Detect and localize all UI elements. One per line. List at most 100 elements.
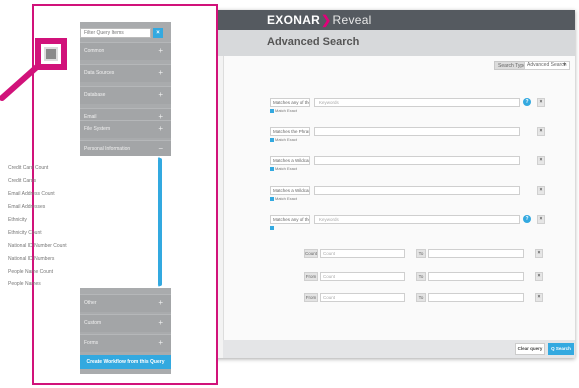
range-to-label: To [416, 249, 426, 258]
checkbox-icon [270, 196, 274, 201]
remove-row-button[interactable]: × [537, 186, 545, 195]
phrase-input[interactable] [314, 127, 520, 136]
match-exact-checkbox[interactable]: Match Exact [270, 108, 297, 113]
category-common[interactable]: Common + [80, 42, 171, 60]
field-select[interactable]: Matches a Wildcard* [270, 156, 310, 165]
query-row-wildcard-2: Matches a Wildcard* Match Exact × [270, 186, 550, 201]
category-forms[interactable]: Forms + [80, 334, 171, 352]
query-item[interactable]: National ID Number Count [8, 243, 67, 249]
query-item[interactable]: Ethnicity [8, 217, 27, 223]
plus-icon: + [158, 124, 163, 133]
category-label: Other [84, 300, 97, 306]
query-item[interactable]: People Names [8, 281, 41, 287]
plus-icon: + [158, 298, 163, 307]
scrollbar[interactable] [158, 158, 162, 286]
query-item[interactable]: People Name Count [8, 269, 53, 275]
field-select[interactable]: Matches any of the Words [270, 215, 310, 224]
category-file-system[interactable]: File System + [80, 120, 171, 138]
match-exact-checkbox[interactable]: Match Exact [270, 137, 297, 142]
query-item[interactable]: Credit Cards [8, 178, 36, 184]
checkbox-icon [270, 108, 274, 113]
scroll-down-icon[interactable]: ▼ [157, 283, 161, 288]
keywords-input[interactable]: Keywords [314, 98, 520, 107]
wildcard-input[interactable] [314, 156, 520, 165]
app-window: EXONAR❯Reveal Advanced Search Search Typ… [205, 10, 575, 358]
category-other[interactable]: Other + [80, 294, 171, 312]
search-type-row: Search Type Advanced Search ▼ [224, 58, 575, 72]
match-exact-checkbox[interactable]: Match Exact [270, 166, 297, 171]
remove-row-button[interactable]: × [535, 249, 543, 258]
footer-bar: Clear query Q Search [223, 340, 575, 358]
range-to-label: To [416, 272, 426, 281]
clear-filter-button[interactable]: × [153, 28, 163, 38]
remove-row-button[interactable]: × [537, 156, 545, 165]
create-workflow-button[interactable]: Create Workflow from this Query [80, 355, 171, 369]
remove-row-button[interactable]: × [535, 272, 543, 281]
category-label: Forms [84, 340, 99, 346]
range-row: From Count To × [304, 293, 554, 303]
chevron-down-icon: ▼ [562, 62, 567, 68]
query-item[interactable]: Credit Card Count [8, 165, 48, 171]
clear-query-button[interactable]: Clear query [515, 343, 545, 355]
category-label: Data Sources [84, 70, 115, 76]
range-to-input[interactable] [428, 249, 524, 258]
remove-row-button[interactable]: × [537, 127, 545, 136]
range-to-input[interactable] [428, 272, 524, 281]
remove-row-button[interactable]: × [537, 98, 545, 107]
search-type-select[interactable]: Advanced Search ▼ [524, 61, 570, 70]
range-row: Count Count To × [304, 249, 554, 259]
range-to-label: To [416, 293, 426, 302]
query-item[interactable]: Email Addresses [8, 204, 45, 210]
query-row-wildcard: Matches a Wildcard* Match Exact × [270, 156, 550, 171]
logo-chevron-icon: ❯ [321, 13, 332, 27]
query-row-phrase: Matches the Phrase Match Exact × [270, 127, 550, 142]
category-label: File System [84, 126, 111, 132]
match-exact-label: Match Exact [275, 196, 298, 201]
query-item[interactable]: Email Address Count [8, 191, 55, 197]
logo-brand: EXONAR [267, 13, 321, 27]
category-database[interactable]: Database + [80, 86, 171, 104]
minus-icon: − [158, 144, 163, 153]
range-from-input[interactable]: Count [320, 272, 405, 281]
remove-row-button[interactable]: × [537, 215, 545, 224]
checkbox-icon[interactable] [270, 225, 275, 230]
exonar-reveal-logo[interactable]: EXONAR❯Reveal [267, 13, 372, 27]
range-from-input[interactable]: Count [320, 249, 405, 258]
checkbox-icon [270, 137, 274, 142]
search-button[interactable]: Q Search [548, 343, 574, 355]
category-label: Common [84, 48, 105, 54]
filter-query-items-input[interactable]: Filter Query Items [80, 28, 151, 38]
plus-icon: + [158, 46, 163, 55]
wildcard-input[interactable] [314, 186, 520, 195]
title-bar: Advanced Search [205, 30, 575, 56]
query-row-any-words-2: Matches any of the Words Keywords ? × [270, 215, 550, 230]
range-from-label: Count [304, 249, 318, 258]
category-data-sources[interactable]: Data Sources + [80, 64, 171, 82]
range-from-label: From [304, 293, 318, 302]
plus-icon: + [158, 90, 163, 99]
query-row-any-words: Matches any of the Words Keywords Match … [270, 98, 550, 113]
field-select[interactable]: Matches a Wildcard* [270, 186, 310, 195]
category-label: Custom [84, 320, 102, 326]
range-from-input[interactable]: Count [320, 293, 405, 302]
field-select[interactable]: Matches the Phrase [270, 127, 310, 136]
field-select[interactable]: Matches any of the Words [270, 98, 310, 107]
query-item[interactable]: National ID Numbers [8, 256, 54, 262]
match-exact-checkbox[interactable]: Match Exact [270, 196, 297, 201]
remove-row-button[interactable]: × [535, 293, 543, 302]
checkbox-icon [270, 225, 274, 230]
plus-icon: + [158, 68, 163, 77]
category-label: Personal Information [84, 146, 131, 152]
top-bar: EXONAR❯Reveal [205, 10, 575, 30]
range-to-input[interactable] [428, 293, 524, 302]
query-item[interactable]: Ethnicity Count [8, 230, 42, 236]
range-row: From Count To × [304, 272, 554, 282]
help-icon[interactable]: ? [523, 98, 531, 106]
category-custom[interactable]: Custom + [80, 314, 171, 332]
plus-icon: + [158, 338, 163, 347]
plus-icon: + [158, 318, 163, 327]
callout-core [44, 47, 58, 61]
match-exact-label: Match Exact [275, 108, 298, 113]
help-icon[interactable]: ? [523, 215, 531, 223]
keywords-input[interactable]: Keywords [314, 215, 520, 224]
